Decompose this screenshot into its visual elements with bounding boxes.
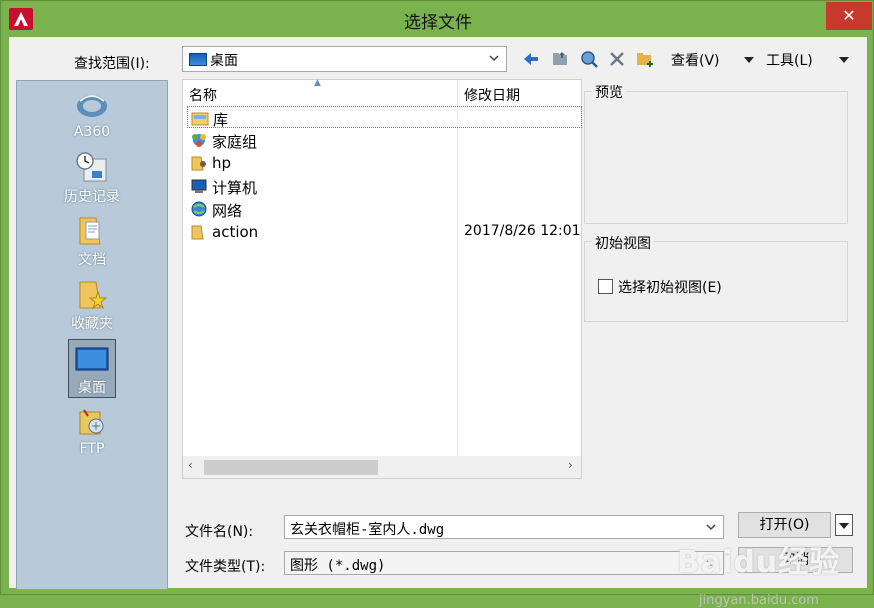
close-button[interactable]: ✕ <box>826 2 872 30</box>
filetype-value: 图形 (*.dwg) <box>290 558 386 574</box>
ftp-icon <box>79 409 104 435</box>
filename-label: 文件名(N): <box>185 524 254 540</box>
up-folder-icon[interactable] <box>550 49 570 69</box>
scroll-left-icon[interactable]: ‹ <box>188 458 193 472</box>
user-folder-icon <box>191 156 206 171</box>
filetype-label: 文件类型(T): <box>185 559 266 575</box>
desktop-icon <box>189 53 207 66</box>
place-a360[interactable]: A360 <box>17 89 167 140</box>
place-documents[interactable]: 文档 <box>17 214 167 269</box>
place-ftp[interactable]: FTP <box>17 406 167 457</box>
scrollbar-thumb[interactable] <box>204 460 378 475</box>
history-icon <box>76 152 107 182</box>
chevron-down-icon <box>489 55 499 62</box>
list-item[interactable]: 计算机 <box>187 175 582 197</box>
place-label: A360 <box>73 124 111 140</box>
look-in-combo[interactable]: 桌面 <box>182 46 507 72</box>
desktop-icon <box>75 347 109 371</box>
tools-menu[interactable]: 工具(L) <box>766 50 813 70</box>
title-bar[interactable]: 选择文件 ✕ <box>1 1 874 37</box>
scroll-right-icon[interactable]: › <box>568 458 573 472</box>
look-in-label: 查找范围(I): <box>74 56 150 72</box>
baidu-watermark-url: jingyan.baidu.com <box>699 593 819 608</box>
delete-icon[interactable] <box>607 49 627 69</box>
favorites-folder-icon <box>79 281 108 310</box>
look-in-value: 桌面 <box>210 53 238 69</box>
homegroup-icon <box>192 134 206 147</box>
file-list: 名称 ▲ 修改日期 库 家庭组 hp 计算机 网络 action 2017/8/… <box>182 78 582 479</box>
initial-view-checkbox-label[interactable]: 选择初始视图(E) <box>618 277 722 297</box>
filetype-select[interactable]: 图形 (*.dwg) <box>284 551 724 575</box>
list-item[interactable]: 库 <box>187 106 582 129</box>
place-label: FTP <box>79 441 105 457</box>
network-icon <box>191 201 207 217</box>
a360-icon <box>77 95 107 117</box>
column-header-date[interactable]: 修改日期 <box>458 80 581 104</box>
sort-up-icon: ▲ <box>314 78 321 88</box>
tools-dropdown-icon[interactable] <box>839 57 849 63</box>
open-button[interactable]: 打开(O) <box>738 512 831 538</box>
computer-icon <box>191 179 207 193</box>
place-favorites[interactable]: 收藏夹 <box>17 278 167 333</box>
dropdown-arrow-icon <box>839 523 849 529</box>
open-dropdown-button[interactable] <box>835 514 853 536</box>
horizontal-scrollbar[interactable]: ‹ › <box>183 456 581 478</box>
view-dropdown-icon[interactable] <box>744 57 754 63</box>
baidu-watermark: Baidu经验 <box>677 545 841 580</box>
view-menu[interactable]: 查看(V) <box>671 50 720 70</box>
place-label: 历史记录 <box>64 189 120 205</box>
column-header-name[interactable]: 名称 ▲ <box>183 78 458 104</box>
file-dialog-window: 选择文件 ✕ 查找范围(I): 桌面 查看(V) 工具(L) A360 历史记录… <box>0 0 874 608</box>
filename-value: 玄关衣帽柜-室内人.dwg <box>290 522 445 538</box>
list-item[interactable]: 网络 <box>187 198 582 220</box>
places-bar: A360 历史记录 文档 收藏夹 桌面 FTP <box>16 80 168 590</box>
place-desktop[interactable]: 桌面 <box>17 339 167 398</box>
search-web-icon[interactable] <box>579 49 599 69</box>
place-label: 收藏夹 <box>71 316 113 332</box>
list-item[interactable]: 家庭组 <box>187 129 582 151</box>
place-label: 文档 <box>78 252 106 268</box>
library-icon <box>191 112 209 126</box>
selected-place-frame: 桌面 <box>68 339 116 398</box>
list-item[interactable]: hp <box>187 152 582 174</box>
new-folder-icon[interactable] <box>635 49 655 69</box>
place-label: 桌面 <box>78 380 106 396</box>
folder-icon <box>191 225 204 240</box>
list-item[interactable]: action 2017/8/26 12:01 <box>187 221 582 243</box>
initial-view-title: 初始视图 <box>592 233 654 253</box>
preview-box <box>584 91 848 224</box>
back-arrow-icon[interactable] <box>521 49 541 69</box>
window-title: 选择文件 <box>404 13 472 33</box>
place-history[interactable]: 历史记录 <box>17 151 167 206</box>
filename-input[interactable]: 玄关衣帽柜-室内人.dwg <box>284 515 724 539</box>
documents-folder-icon <box>79 217 101 245</box>
initial-view-checkbox[interactable] <box>598 279 613 294</box>
chevron-down-icon[interactable] <box>705 521 717 533</box>
dialog-client-area: 查找范围(I): 桌面 查看(V) 工具(L) A360 历史记录 文档 收藏夹… <box>9 37 867 608</box>
preview-title: 预览 <box>592 82 626 102</box>
